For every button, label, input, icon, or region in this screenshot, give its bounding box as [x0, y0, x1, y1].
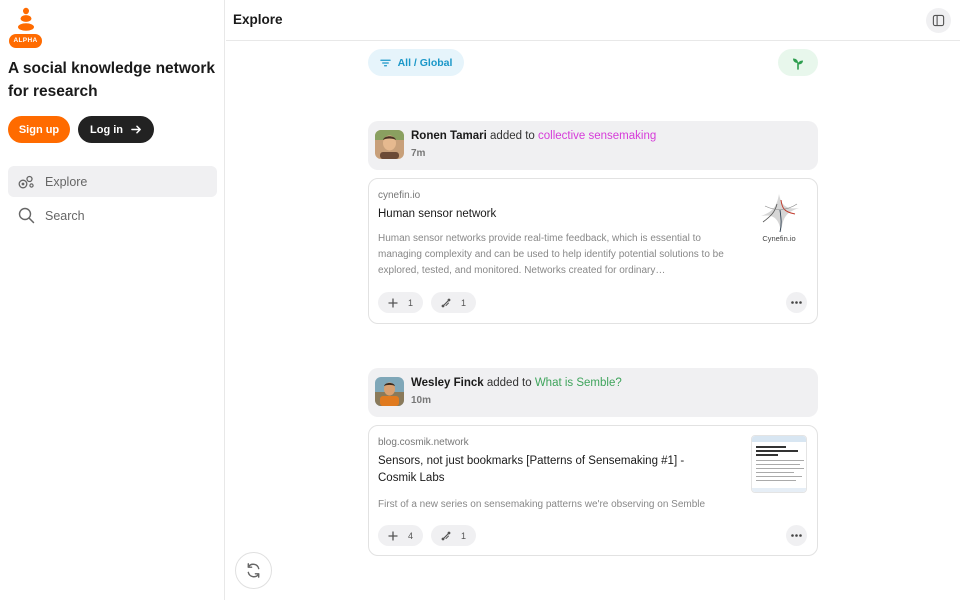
more-dots-icon: [791, 301, 802, 304]
collection-link[interactable]: What is Semble?: [535, 377, 622, 389]
nav-item-search[interactable]: Search: [8, 200, 217, 231]
connect-count: 1: [461, 530, 467, 541]
nav-item-explore[interactable]: Explore: [8, 166, 217, 197]
activity-timestamp: 10m: [411, 395, 432, 406]
user-name-link[interactable]: Ronen Tamari: [411, 130, 487, 142]
log-in-button[interactable]: Log in: [78, 116, 154, 143]
card-more-button[interactable]: [786, 292, 807, 313]
feed-filter-button[interactable]: All / Global: [368, 49, 464, 76]
link-card[interactable]: blog.cosmik.network Sensors, not just bo…: [368, 425, 818, 556]
add-to-collection-button[interactable]: 4: [378, 525, 424, 546]
tagline: A social knowledge network for research: [8, 60, 216, 100]
sign-up-button[interactable]: Sign up: [8, 116, 70, 143]
plus-icon: [388, 530, 398, 541]
card-thumbnail[interactable]: Cynefin.io: [751, 188, 807, 246]
connect-icon: [441, 531, 451, 540]
avatar[interactable]: [375, 377, 404, 406]
activity-action: added to: [486, 377, 532, 389]
card-description: First of a new series on sensemaking pat…: [378, 499, 706, 510]
app-logo[interactable]: ALPHA: [9, 6, 43, 48]
activity-text: Ronen Tamari added to collective sensema…: [411, 130, 656, 142]
collection-link[interactable]: collective sensemaking: [538, 130, 656, 142]
activity-header: Ronen Tamari added to collective sensema…: [368, 121, 818, 170]
nav-item-label: Explore: [45, 174, 88, 189]
plus-icon: [388, 297, 398, 308]
feed-filter-label: All / Global: [397, 56, 453, 69]
activity-text: Wesley Finck added to What is Semble?: [411, 377, 622, 389]
activity-header: Wesley Finck added to What is Semble? 10…: [368, 368, 818, 417]
thumbnail-caption: Cynefin.io: [762, 234, 796, 243]
arrow-right-icon: [131, 125, 141, 134]
card-domain: blog.cosmik.network: [378, 437, 469, 448]
add-count: 4: [408, 530, 414, 541]
search-icon: [17, 207, 35, 225]
refresh-button[interactable]: [235, 552, 272, 589]
add-count: 1: [408, 297, 414, 308]
card-thumbnail[interactable]: [751, 435, 807, 493]
card-title[interactable]: Sensors, not just bookmarks [Patterns of…: [378, 453, 718, 487]
sprout-button[interactable]: [778, 49, 818, 76]
refresh-icon: [247, 563, 260, 578]
connect-button[interactable]: 1: [431, 525, 477, 546]
activity-timestamp: 7m: [411, 148, 426, 159]
page-header: Explore: [226, 0, 960, 41]
connect-button[interactable]: 1: [431, 292, 477, 313]
logo-icon: [18, 7, 34, 31]
page-title: Explore: [233, 12, 283, 27]
sprout-icon: [793, 58, 803, 70]
more-dots-icon: [791, 534, 802, 537]
card-more-button[interactable]: [786, 525, 807, 546]
sign-up-label: Sign up: [18, 123, 60, 136]
nav-item-label: Search: [45, 208, 85, 223]
connect-count: 1: [461, 297, 467, 308]
alpha-badge: ALPHA: [9, 34, 42, 48]
card-domain: cynefin.io: [378, 190, 421, 201]
sidebar-panel-icon: [932, 14, 945, 27]
avatar[interactable]: [375, 130, 404, 159]
card-title[interactable]: Human sensor network: [378, 206, 738, 223]
add-to-collection-button[interactable]: 1: [378, 292, 424, 313]
toggle-panel-button[interactable]: [926, 8, 951, 33]
sidebar: ALPHA A social knowledge network for res…: [0, 0, 225, 600]
connect-icon: [441, 298, 451, 307]
link-card[interactable]: cynefin.io Human sensor network Human se…: [368, 178, 818, 324]
user-name-link[interactable]: Wesley Finck: [411, 377, 484, 389]
card-description: Human sensor networks provide real-time …: [378, 233, 724, 276]
activity-action: added to: [490, 130, 535, 142]
filter-icon: [379, 59, 391, 66]
explore-icon: [17, 173, 35, 191]
log-in-label: Log in: [90, 123, 123, 136]
